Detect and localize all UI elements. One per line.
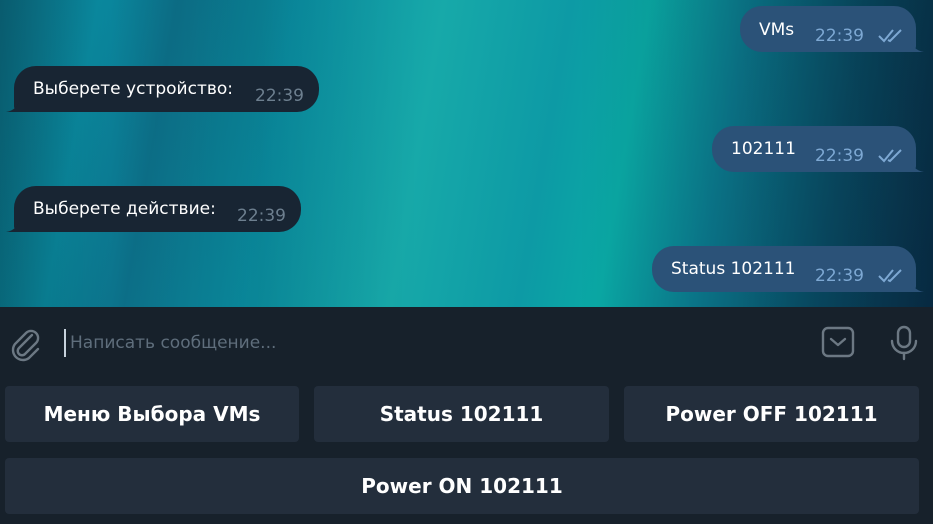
message-text: VMs	[759, 20, 795, 40]
message-outgoing[interactable]: 102111 22:39	[712, 126, 924, 172]
keyboard-button-power-on[interactable]: Power ON 102111	[5, 458, 919, 514]
keyboard-button-vm-menu[interactable]: Меню Выбора VMs	[5, 386, 299, 442]
keyboard-button-power-off[interactable]: Power OFF 102111	[624, 386, 919, 442]
read-checkmarks-icon	[878, 29, 902, 43]
read-checkmarks-icon	[878, 269, 902, 283]
message-composer	[0, 307, 933, 379]
message-time: 22:39	[237, 206, 286, 226]
message-text: Выберете устройство:	[33, 79, 233, 99]
chat-area: VMs 22:39 Выберете устройство: 22:39 102…	[0, 0, 933, 307]
message-input[interactable]	[64, 329, 790, 357]
message-outgoing[interactable]: Status 102111 22:39	[652, 246, 924, 292]
message-text: 102111	[731, 139, 796, 159]
message-incoming[interactable]: Выберете действие: 22:39	[6, 186, 301, 232]
message-time: 22:39	[815, 266, 864, 286]
message-time: 22:39	[815, 146, 864, 166]
paperclip-icon[interactable]	[10, 327, 42, 363]
message-time: 22:39	[815, 26, 864, 46]
keyboard-button-status[interactable]: Status 102111	[314, 386, 609, 442]
read-checkmarks-icon	[878, 149, 902, 163]
message-text: Выберете действие:	[33, 199, 216, 219]
keyboard-toggle-icon[interactable]	[821, 326, 855, 358]
message-text: Status 102111	[671, 259, 796, 279]
message-incoming[interactable]: Выберете устройство: 22:39	[6, 66, 319, 112]
microphone-icon[interactable]	[888, 325, 920, 361]
message-outgoing[interactable]: VMs 22:39	[740, 6, 924, 52]
message-time: 22:39	[255, 86, 304, 106]
bot-reply-keyboard: Меню Выбора VMs Status 102111 Power OFF …	[0, 379, 933, 524]
